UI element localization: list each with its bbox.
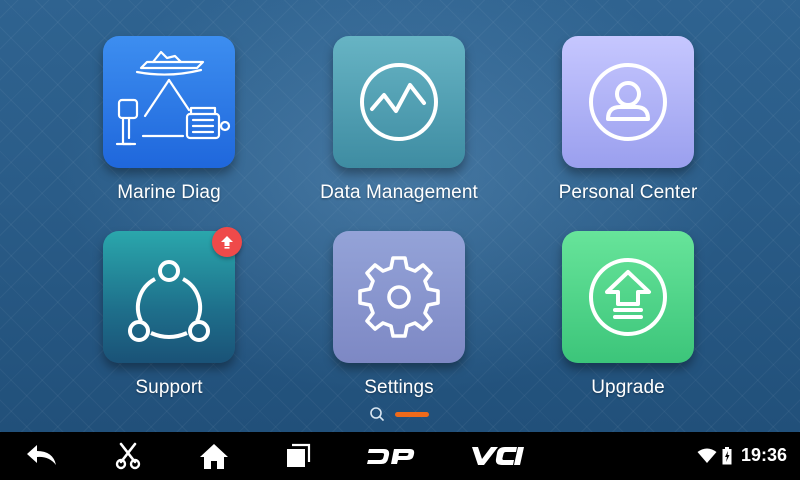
gear-icon: [358, 256, 440, 338]
share-network-icon: [128, 260, 210, 342]
clock: 19:36: [741, 445, 788, 465]
support-label: Support: [135, 377, 203, 398]
upgrade-arrow-icon: [589, 258, 667, 336]
personal-center-tile[interactable]: [562, 36, 694, 168]
marine-diagnostics-icon: [115, 50, 231, 146]
search-icon[interactable]: [369, 406, 385, 422]
screenshot-button[interactable]: [110, 432, 146, 480]
page-indicator: [0, 404, 800, 424]
vci-button[interactable]: [468, 432, 526, 480]
dp-logo: [367, 449, 415, 464]
upgrade-tile[interactable]: [562, 231, 694, 363]
vci-logo: [472, 447, 524, 465]
scissors-icon: [115, 442, 141, 470]
marine-diag-tile[interactable]: [103, 36, 235, 168]
home-icon: [200, 444, 228, 469]
marine-diag-label: Marine Diag: [117, 182, 221, 203]
settings-label: Settings: [364, 377, 434, 398]
personal-center-label: Personal Center: [558, 182, 698, 203]
upgrade-label: Upgrade: [591, 377, 665, 398]
page-dot-active[interactable]: [395, 412, 429, 417]
data-management-label: Data Management: [320, 182, 478, 203]
navigation-bar: 19:36: [0, 432, 800, 480]
recent-apps-button[interactable]: [282, 432, 314, 480]
user-profile-icon: [589, 63, 667, 141]
waveform-chart-icon: [360, 63, 438, 141]
update-badge: [212, 227, 242, 257]
data-management-tile[interactable]: [333, 36, 465, 168]
back-button[interactable]: [22, 432, 62, 480]
home-screen: Marine Diag Data Management Personal Cen…: [0, 0, 800, 432]
home-button[interactable]: [196, 432, 232, 480]
recent-apps-icon: [287, 443, 311, 467]
back-icon: [27, 445, 56, 465]
battery-icon: [722, 447, 732, 465]
wifi-icon: [697, 448, 717, 463]
settings-tile[interactable]: [333, 231, 465, 363]
dp-button[interactable]: [366, 432, 416, 480]
update-arrow-icon: [221, 236, 233, 249]
